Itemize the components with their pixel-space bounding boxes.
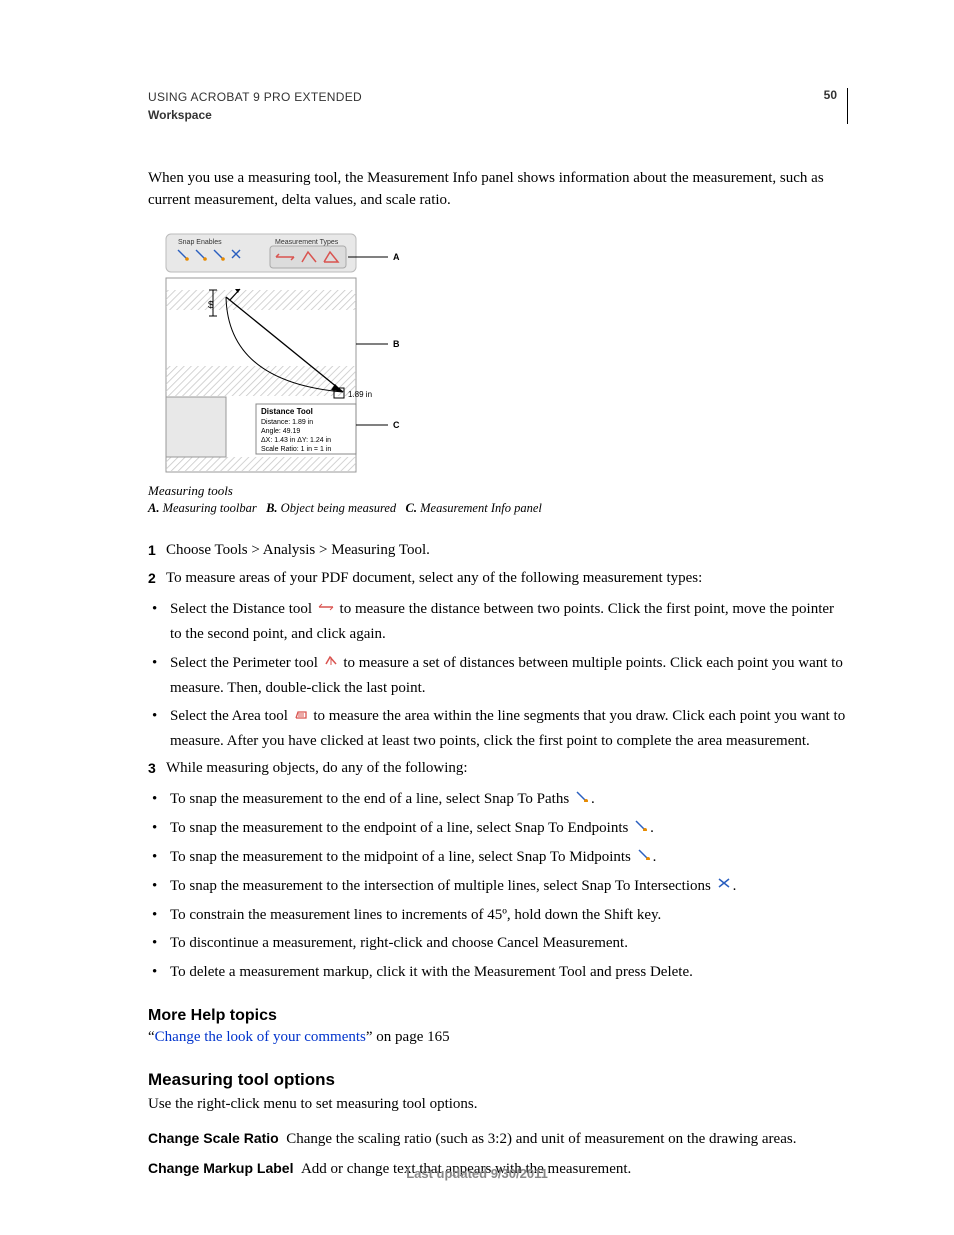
snap-endpoints-icon [634,815,648,840]
snap-midpoints: • To snap the measurement to the midpoin… [148,845,848,870]
svg-text:$: $ [208,300,214,311]
snap-list: • To snap the measurement to the end of … [148,787,848,985]
change-look-link[interactable]: Change the look of your comments [155,1029,366,1045]
more-help-heading: More Help topics [148,1007,848,1025]
page-header: USING ACROBAT 9 PRO EXTENDED Workspace 5… [148,88,848,124]
measurement-types-label: Measurement Types [275,239,339,246]
intro-paragraph: When you use a measuring tool, the Measu… [148,168,848,212]
info-angle: Angle: 49.19 [261,428,300,435]
step-list: 1Choose Tools > Analysis > Measuring Too… [148,540,848,591]
snap-paths-icon [575,786,589,811]
figure-legend: A. Measuring toolbar B. Object being mea… [148,501,848,516]
step-list-2: 3While measuring objects, do any of the … [148,758,848,780]
constrain-bullet: •To constrain the measurement lines to i… [148,903,848,928]
step-3: 3While measuring objects, do any of the … [148,758,848,780]
snap-enables-label: Snap Enables [178,239,222,246]
area-icon [294,704,308,729]
figure-caption: Measuring tools [148,483,848,499]
footer-updated: Last updated 9/30/2011 [0,1166,954,1181]
snap-paths: • To snap the measurement to the end of … [148,787,848,812]
distance-bullet: • Select the Distance tool to measure th… [148,597,848,647]
header-left: USING ACROBAT 9 PRO EXTENDED Workspace [148,88,362,124]
option-scale: Change Scale Ratio Change the scaling ra… [148,1128,848,1151]
figure-dim: 1.89 in [348,390,372,399]
info-title: Distance Tool [261,407,313,416]
label-b: B [393,339,400,349]
step-2: 2To measure areas of your PDF document, … [148,568,848,590]
perimeter-bullet: • Select the Perimeter tool to measure a… [148,651,848,701]
header-section: Workspace [148,106,362,124]
snap-midpoints-icon [637,844,651,869]
page-number: 50 [824,88,837,102]
delete-bullet: •To delete a measurement markup, click i… [148,960,848,985]
options-heading: Measuring tool options [148,1070,848,1090]
step-1: 1Choose Tools > Analysis > Measuring Too… [148,540,848,562]
help-link-line: “Change the look of your comments” on pa… [148,1029,848,1046]
page: USING ACROBAT 9 PRO EXTENDED Workspace 5… [0,0,954,1235]
discontinue-bullet: •To discontinue a measurement, right-cli… [148,931,848,956]
perimeter-icon [324,650,338,675]
tool-list: • Select the Distance tool to measure th… [148,597,848,754]
area-bullet: • Select the Area tool to measure the ar… [148,704,848,754]
snap-intersections: • To snap the measurement to the interse… [148,874,848,899]
snap-intersections-icon [717,873,731,898]
measuring-tools-figure: Snap Enables Measurement Types A [148,232,848,477]
header-product: USING ACROBAT 9 PRO EXTENDED [148,88,362,106]
info-distance: Distance: 1.89 in [261,419,313,426]
info-scale: Scale Ratio: 1 in = 1 in [261,446,331,453]
label-a: A [393,252,400,262]
label-c: C [393,420,400,430]
info-delta: ΔX: 1.43 in ΔY: 1.24 in [261,437,331,444]
distance-icon [318,596,334,621]
options-intro: Use the right-click menu to set measurin… [148,1094,848,1116]
snap-endpoints: • To snap the measurement to the endpoin… [148,816,848,841]
